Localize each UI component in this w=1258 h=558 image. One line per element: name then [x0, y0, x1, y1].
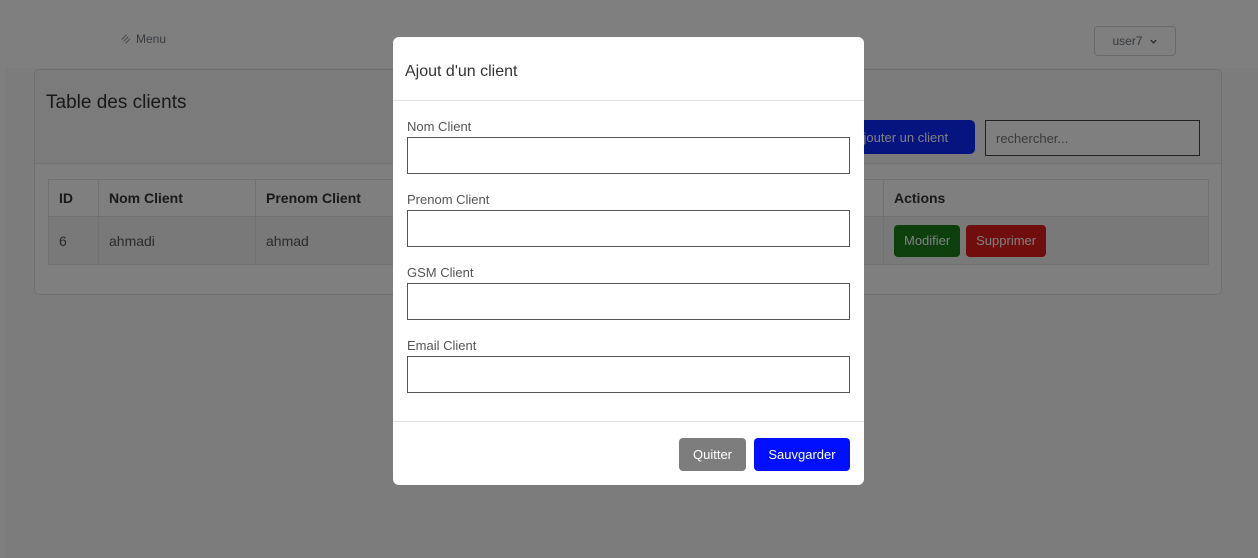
- nom-input[interactable]: [407, 137, 850, 174]
- modal-title: Ajout d'un client: [405, 63, 518, 80]
- prenom-input[interactable]: [407, 210, 850, 247]
- save-button[interactable]: Sauvgarder: [754, 438, 850, 471]
- modal-header: Ajout d'un client: [393, 37, 864, 101]
- modal-footer: Quitter Sauvgarder: [393, 421, 864, 485]
- gsm-label: GSM Client: [407, 265, 474, 280]
- nom-label: Nom Client: [407, 119, 472, 134]
- gsm-input[interactable]: [407, 283, 850, 320]
- add-client-modal: Ajout d'un client Nom Client Prenom Clie…: [393, 37, 864, 485]
- email-label: Email Client: [407, 338, 477, 353]
- quit-button[interactable]: Quitter: [679, 438, 746, 471]
- prenom-label: Prenom Client: [407, 192, 490, 207]
- email-input[interactable]: [407, 356, 850, 393]
